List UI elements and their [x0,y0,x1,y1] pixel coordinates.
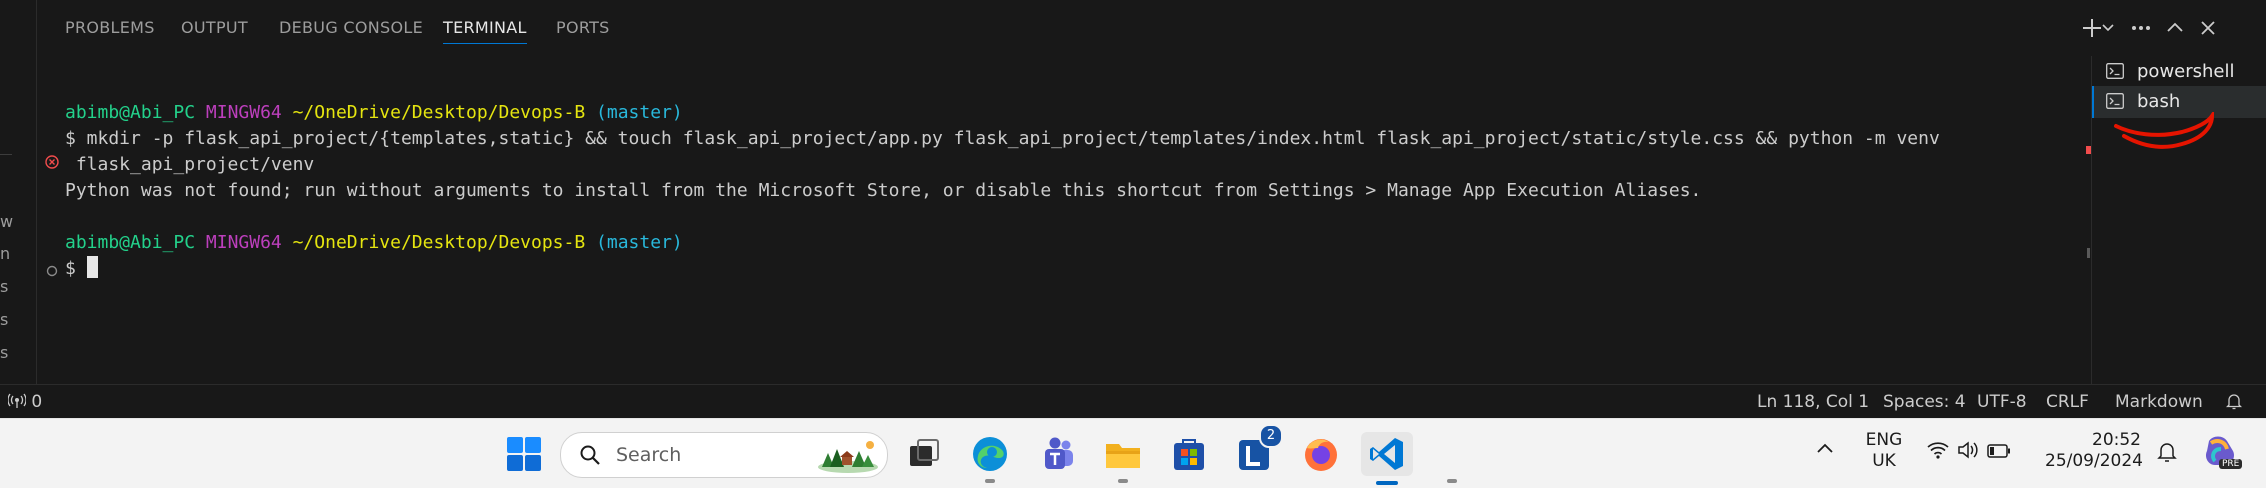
input-line[interactable]: $ [65,256,98,282]
volume-icon[interactable] [1957,441,1979,464]
chevron-up-icon[interactable] [1815,439,1835,464]
terminal-list: powershell bash [2091,56,2266,384]
error-message: Python was not found; run without argume… [65,180,1702,201]
divider [0,154,12,155]
broadcast-icon [7,393,27,408]
file-explorer-icon[interactable] [1101,432,1145,476]
edge-icon[interactable] [968,432,1012,476]
notification-bell-icon[interactable] [2157,441,2177,468]
windows-start-icon[interactable] [502,432,546,476]
copilot-icon[interactable]: PRE [2201,431,2243,476]
cursor-position[interactable]: Ln 118, Col 1 [1757,392,1869,412]
clock[interactable]: 20:52 25/09/2024 [2045,430,2143,472]
sidebar-letter: w [0,212,14,231]
language-mode[interactable]: Markdown [2115,392,2203,412]
chevron-up-icon[interactable] [2161,14,2189,42]
chevron-down-icon[interactable] [2100,14,2116,42]
prompt-branch: (master) [596,232,683,253]
language-indicator[interactable]: ENG UK [1864,430,1904,472]
search-placeholder: Search [616,444,682,466]
active-indicator [1376,481,1398,485]
search-icon [580,445,600,465]
sidebar-letter: s [0,277,9,296]
running-indicator [985,479,995,483]
terminal-item-powershell[interactable]: powershell [2092,56,2266,88]
text-cursor [86,256,98,278]
ellipsis-icon[interactable] [2127,14,2155,42]
terminal-item-label: powershell [2137,61,2235,82]
terminal-item-label: bash [2137,91,2181,112]
status-bar: 0 Ln 118, Col 1 Spaces: 4 UTF-8 CRLF Mar… [0,384,2266,419]
prompt-user: abimb@Abi_PC [65,102,196,123]
vscode-icon[interactable] [1361,432,1413,476]
terminal-output[interactable]: abimb@Abi_PC MINGW64 ~/OneDrive/Desktop/… [65,100,2055,380]
microsoft-store-icon[interactable] [1167,432,1211,476]
terminal-icon [2106,93,2124,109]
close-icon[interactable] [2194,14,2222,42]
annotation-scribble [2114,112,2215,149]
encoding[interactable]: UTF-8 [1977,392,2027,412]
search-highlight-image [818,441,878,473]
pre-badge: PRE [2219,459,2243,469]
prompt-path: ~/OneDrive/Desktop/Devops-B [292,232,586,253]
wifi-icon[interactable] [1927,441,1949,464]
circle-icon[interactable] [46,262,58,281]
battery-icon[interactable] [1987,443,2011,463]
panel-header: PROBLEMS OUTPUT DEBUG CONSOLE TERMINAL P… [37,0,2266,56]
input-prompt: $ [65,258,76,279]
firefox-icon[interactable] [1299,432,1343,476]
prompt-path: ~/OneDrive/Desktop/Devops-B [292,102,586,123]
prompt-line: abimb@Abi_PC MINGW64 ~/OneDrive/Desktop/… [65,230,683,256]
language-line2: UK [1872,451,1896,471]
date: 25/09/2024 [2045,451,2143,471]
line-endings[interactable]: CRLF [2046,392,2089,412]
prompt-user: abimb@Abi_PC [65,232,196,253]
indentation[interactable]: Spaces: 4 [1883,392,1966,412]
sidebar-strip: w n s s s [0,0,37,384]
prompt-env: MINGW64 [205,102,282,123]
ports-status[interactable]: 0 [7,392,43,412]
running-indicator [1447,479,1457,483]
terminal-icon [2106,63,2124,79]
prompt-env: MINGW64 [205,232,282,253]
ports-count: 0 [31,392,43,412]
command-line-continued: flask_api_project/venv [65,154,315,175]
sidebar-letter: s [0,343,9,362]
taskbar: Search 2 ENG UK 20:52 25/09/2024 PRE [0,418,2266,488]
prompt-branch: (master) [596,102,683,123]
time: 20:52 [2092,430,2141,450]
command-line: $ mkdir -p flask_api_project/{templates,… [65,128,1940,149]
notification-badge: 2 [1259,424,1283,448]
sidebar-letter: n [0,244,11,263]
language-line1: ENG [1865,430,1903,450]
task-view-icon[interactable] [902,432,946,476]
running-indicator [1118,479,1128,483]
bell-icon[interactable] [2225,393,2243,415]
teams-icon[interactable] [1035,432,1079,476]
error-circle-icon[interactable] [45,154,59,173]
scrollbar-thumb[interactable] [2087,248,2090,258]
search-input[interactable]: Search [560,432,888,478]
prompt-line: abimb@Abi_PC MINGW64 ~/OneDrive/Desktop/… [65,100,683,126]
l-app-icon[interactable]: 2 [1233,424,1283,476]
sidebar-letter: s [0,310,9,329]
